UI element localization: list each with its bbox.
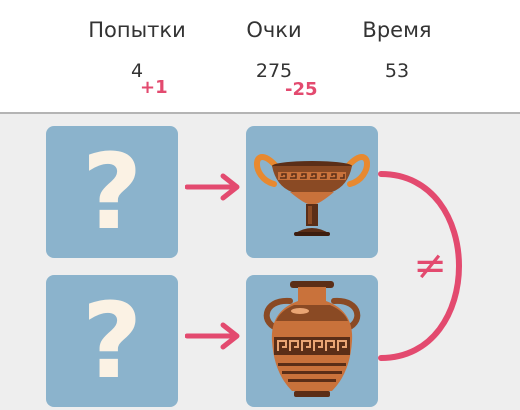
revealed-card-bottom[interactable]: [246, 275, 378, 407]
stats-bar: Попытки 4 +1 Очки 275 -25 Время 53: [0, 0, 520, 114]
question-mark: ?: [81, 280, 143, 402]
hidden-card-bottom[interactable]: ?: [46, 275, 178, 407]
question-mark: ?: [81, 131, 143, 253]
points-delta: -25: [285, 79, 318, 100]
revealed-card-top[interactable]: [246, 126, 378, 258]
arrow-right-icon: [185, 173, 240, 201]
attempts-delta: +1: [140, 77, 168, 98]
greek-kylix-cup-icon: [254, 154, 370, 236]
arrow-right-icon: [185, 322, 240, 350]
attempts-label: Попытки: [88, 18, 186, 42]
hidden-card-top[interactable]: ?: [46, 126, 178, 258]
not-equal-icon: ≠: [413, 243, 447, 289]
time-value: 53: [384, 60, 410, 82]
attempts-value: 4: [130, 60, 144, 82]
game-screen: Попытки 4 +1 Очки 275 -25 Время 53 ? ? ≠: [0, 0, 520, 410]
greek-amphora-icon: [263, 281, 361, 397]
time-label: Время: [362, 18, 432, 42]
